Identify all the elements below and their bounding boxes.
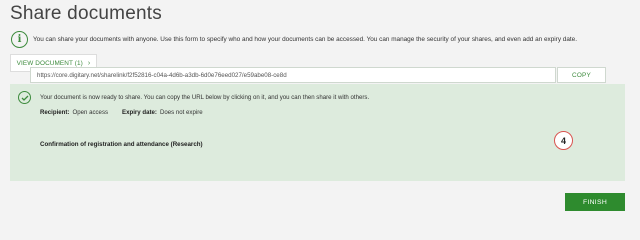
chevron-right-icon: › [87,59,91,67]
expiry-label: Expiry date: [122,109,157,116]
share-url-field[interactable]: https://core.digitary.net/sharelink/f2f5… [30,67,556,83]
recipient-value: Open access [72,109,109,116]
info-text: You can share your documents with anyone… [33,36,577,43]
info-banner: i You can share your documents with anyo… [11,31,577,48]
share-meta: Recipient: Open access Expiry date: Does… [40,109,203,116]
expiry-value: Does not expire [159,109,203,116]
finish-button[interactable]: FINISH [565,193,625,211]
check-mark [21,95,28,101]
page-title: Share documents [10,3,162,24]
ready-message: Your document is now ready to share. You… [40,94,370,101]
view-document-label: VIEW DOCUMENT (1) [16,59,83,67]
step-badge: 4 [554,131,573,150]
recipient-label: Recipient: [40,109,70,116]
info-icon: i [11,31,28,48]
check-circle-icon [18,91,31,104]
share-panel: Your document is now ready to share. You… [10,84,625,181]
copy-button[interactable]: COPY [557,67,606,83]
document-title: Confirmation of registration and attenda… [40,141,203,148]
